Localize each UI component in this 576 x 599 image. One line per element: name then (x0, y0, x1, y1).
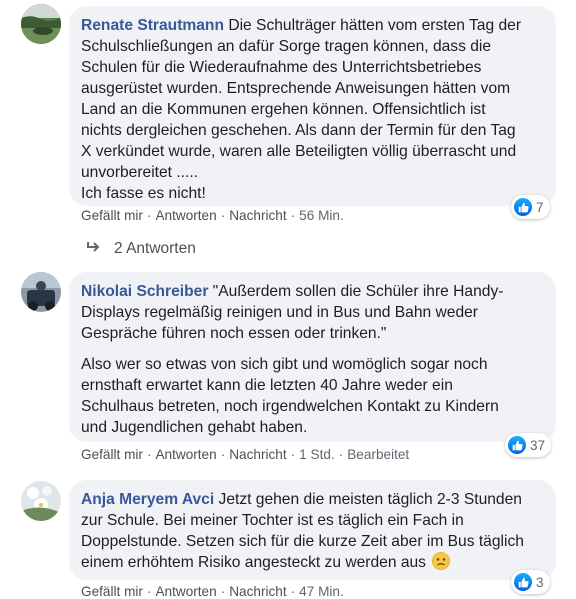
comment-actions: Gefällt mir · Antworten · Nachricht · 47 Min. (81, 584, 344, 599)
like-button[interactable]: Gefällt mir (81, 447, 143, 462)
comment-actions: Gefällt mir · Antworten · Nachricht · 1 Std. · B… (81, 447, 410, 462)
comment-text: Anja Meryem Avci Jetzt gehen die meisten… (81, 491, 524, 571)
comment-bubble: Anja Meryem Avci Jetzt gehen die meisten… (69, 480, 556, 580)
reply-arrow-icon (86, 240, 100, 258)
comment-text-paragraph: Nikolai Schreiber "Außerdem sollen die S… (81, 283, 504, 342)
message-button[interactable]: Nachricht (229, 447, 286, 462)
like-icon (508, 436, 526, 454)
reactions-badge[interactable]: 37 (505, 433, 552, 457)
author-name[interactable]: Renate Strautmann (81, 17, 224, 34)
replies-label: 2 Antworten (114, 240, 196, 257)
timestamp[interactable]: 47 Min. (299, 584, 344, 599)
comment-text-paragraph: Also wer so etwas von sich gibt und womö… (81, 356, 499, 436)
like-icon (514, 198, 532, 216)
message-button[interactable]: Nachricht (229, 584, 286, 599)
reaction-count: 3 (536, 574, 544, 590)
reply-button[interactable]: Antworten (155, 447, 216, 462)
author-name[interactable]: Anja Meryem Avci (81, 491, 214, 508)
avatar[interactable] (21, 4, 61, 44)
edited-label[interactable]: Bearbeitet (347, 447, 409, 462)
timestamp[interactable]: 56 Min. (299, 208, 344, 223)
comment-bubble: Nikolai Schreiber "Außerdem sollen die S… (69, 272, 556, 442)
timestamp[interactable]: 1 Std. (299, 447, 335, 462)
worried-face-emoji (432, 552, 451, 570)
message-button[interactable]: Nachricht (229, 208, 286, 223)
like-button[interactable]: Gefällt mir (81, 584, 143, 599)
view-replies-link[interactable]: 2 Antworten (86, 240, 196, 258)
reaction-count: 37 (530, 437, 546, 453)
reply-button[interactable]: Antworten (155, 584, 216, 599)
reaction-count: 7 (536, 199, 544, 215)
avatar[interactable] (21, 481, 61, 521)
like-button[interactable]: Gefällt mir (81, 208, 143, 223)
author-name[interactable]: Nikolai Schreiber (81, 283, 208, 300)
comment-text: Renate Strautmann Die Schulträger hätten… (81, 17, 522, 202)
comment-bubble: Renate Strautmann Die Schulträger hätten… (69, 6, 556, 206)
reactions-badge[interactable]: 3 (511, 570, 550, 594)
comment-actions: Gefällt mir · Antworten · Nachricht · 56 Min. (81, 208, 344, 223)
reactions-badge[interactable]: 7 (511, 195, 550, 219)
avatar[interactable] (21, 272, 61, 312)
reply-button[interactable]: Antworten (155, 208, 216, 223)
like-icon (514, 573, 532, 591)
